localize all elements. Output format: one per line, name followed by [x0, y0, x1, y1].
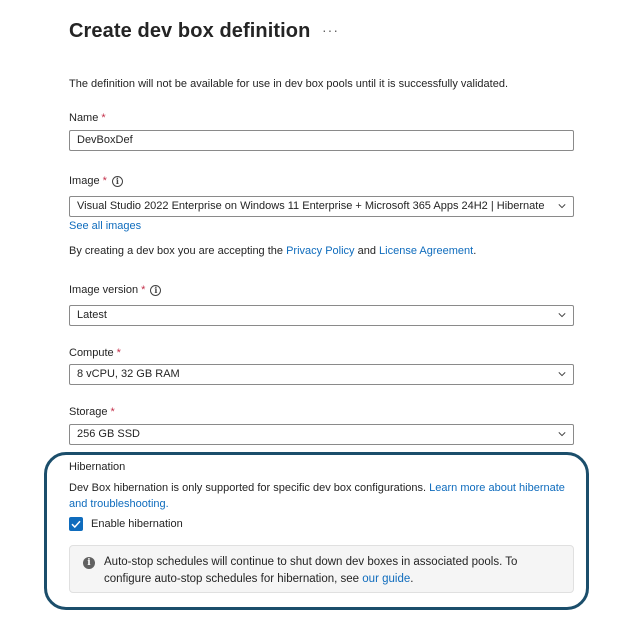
required-marker: * — [102, 175, 107, 187]
agreement-text: By creating a dev box you are accepting … — [69, 243, 476, 259]
compute-value: 8 vCPU, 32 GB RAM — [77, 368, 180, 380]
image-label-text: Image — [69, 175, 100, 187]
image-version-label: Image version * i — [69, 283, 162, 297]
name-label-text: Name — [69, 112, 99, 124]
name-input-value: DevBoxDef — [77, 134, 133, 146]
checkmark-icon — [71, 520, 81, 529]
image-dropdown-value: Visual Studio 2022 Enterprise on Windows… — [77, 200, 547, 212]
hibernation-heading: Hibernation — [69, 461, 126, 473]
name-input[interactable]: DevBoxDef — [69, 130, 574, 151]
banner-message: Auto-stop schedules will continue to shu… — [104, 556, 518, 585]
info-icon: i — [83, 557, 95, 569]
agreement-prefix: By creating a dev box you are accepting … — [69, 245, 287, 257]
compute-label: Compute * — [69, 346, 121, 360]
license-agreement-link[interactable]: License Agreement — [379, 245, 473, 257]
storage-label-text: Storage — [69, 406, 108, 418]
compute-dropdown[interactable]: 8 vCPU, 32 GB RAM — [69, 364, 574, 385]
chevron-down-icon — [558, 204, 566, 209]
banner-suffix: . — [410, 573, 414, 585]
more-options-icon[interactable]: ··· — [322, 22, 339, 38]
storage-value: 256 GB SSD — [77, 428, 140, 440]
required-marker: * — [101, 112, 106, 124]
see-all-images-link[interactable]: See all images — [69, 218, 141, 234]
name-label: Name * — [69, 111, 106, 125]
image-dropdown[interactable]: Visual Studio 2022 Enterprise on Windows… — [69, 196, 574, 217]
intro-text: The definition will not be available for… — [69, 78, 509, 90]
enable-hibernation-checkbox[interactable] — [69, 517, 83, 531]
chevron-down-icon — [558, 372, 566, 377]
privacy-policy-link[interactable]: Privacy Policy — [286, 245, 354, 257]
image-version-label-text: Image version — [69, 284, 139, 296]
storage-dropdown[interactable]: 256 GB SSD — [69, 424, 574, 445]
image-label: Image * i — [69, 174, 123, 188]
agreement-middle: and — [354, 245, 380, 257]
hibernation-description: Dev Box hibernation is only supported fo… — [69, 480, 574, 512]
required-marker: * — [110, 406, 115, 418]
auto-stop-info-banner: i Auto-stop schedules will continue to s… — [69, 545, 574, 593]
required-marker: * — [116, 347, 121, 359]
image-version-dropdown[interactable]: Latest — [69, 305, 574, 326]
storage-label: Storage * — [69, 405, 115, 419]
compute-label-text: Compute — [69, 347, 114, 359]
info-icon[interactable]: i — [150, 285, 162, 296]
page-title: Create dev box definition — [69, 20, 311, 42]
info-icon[interactable]: i — [111, 176, 123, 187]
enable-hibernation-label[interactable]: Enable hibernation — [91, 517, 183, 531]
agreement-suffix: . — [473, 245, 477, 257]
hibernation-desc-text: Dev Box hibernation is only supported fo… — [69, 482, 430, 494]
our-guide-link[interactable]: our guide — [362, 573, 410, 585]
image-version-value: Latest — [77, 309, 107, 321]
banner-text: Auto-stop schedules will continue to shu… — [104, 554, 564, 588]
chevron-down-icon — [558, 313, 566, 318]
required-marker: * — [141, 284, 146, 296]
chevron-down-icon — [558, 432, 566, 437]
